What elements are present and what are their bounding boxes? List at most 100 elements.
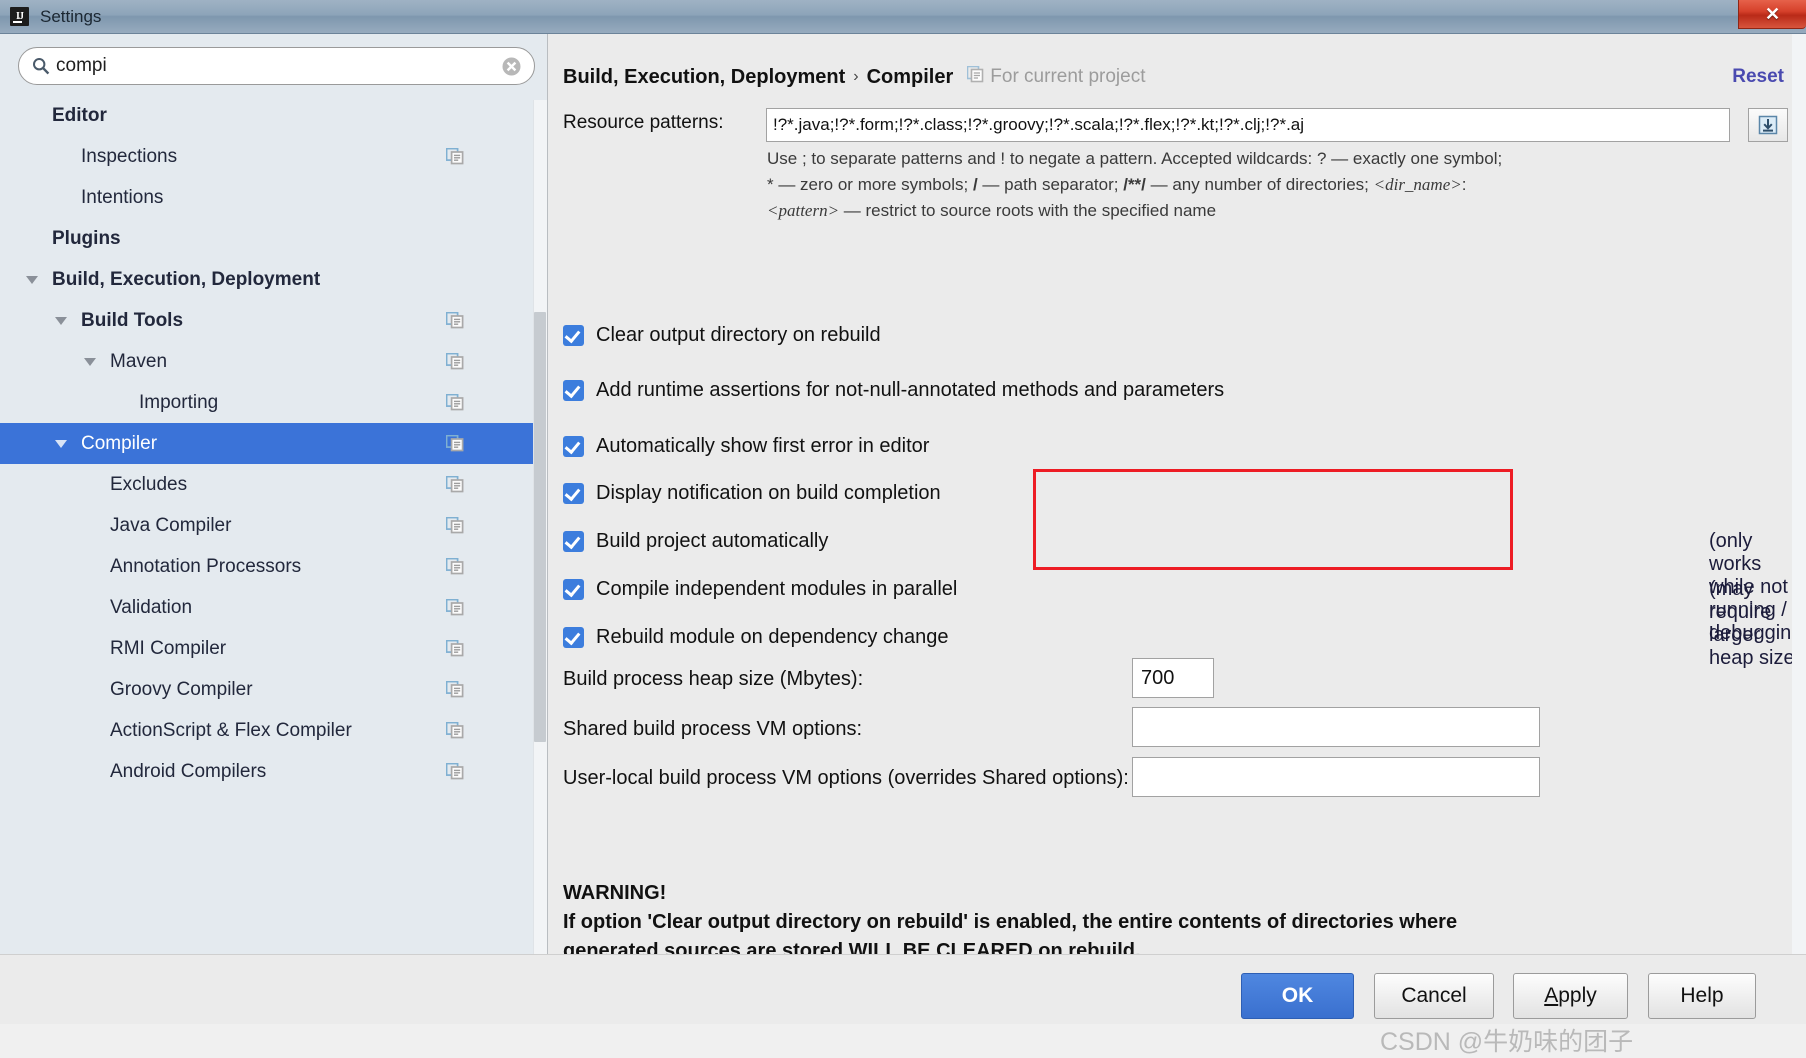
sidebar-item-label: Compiler [81, 432, 158, 454]
sidebar-item-label: Groovy Compiler [110, 678, 253, 700]
checkbox-checked-icon[interactable] [563, 626, 584, 648]
sidebar-item-rmi-compiler[interactable]: RMI Compiler [0, 628, 547, 669]
sidebar-item-excludes[interactable]: Excludes [0, 464, 547, 505]
import-patterns-button[interactable] [1748, 108, 1788, 142]
checkbox-row-2[interactable]: Automatically show first error in editor [563, 433, 929, 459]
checkbox-label: Add runtime assertions for not-null-anno… [596, 378, 1225, 401]
checkbox-row-1[interactable]: Add runtime assertions for not-null-anno… [563, 377, 1224, 403]
breadcrumb: Build, Execution, Deployment › Compiler … [549, 62, 1806, 92]
copy-project-icon [445, 762, 465, 780]
checkbox-checked-icon[interactable] [563, 324, 584, 346]
field-input-1[interactable] [1132, 707, 1540, 747]
apply-mnemonic: A [1544, 984, 1559, 1007]
sidebar-item-compiler[interactable]: Compiler [0, 423, 547, 464]
checkbox-checked-icon[interactable] [563, 379, 584, 401]
checkbox-row-4[interactable]: Build project automatically [563, 528, 828, 554]
reset-link[interactable]: Reset [1732, 62, 1784, 92]
sidebar-item-inspections[interactable]: Inspections [0, 136, 547, 177]
field-input-0[interactable] [1132, 658, 1214, 698]
search-input[interactable] [56, 55, 501, 77]
sidebar-item-maven[interactable]: Maven [0, 341, 547, 382]
copy-project-icon [445, 393, 465, 411]
copy-project-icon [445, 516, 465, 534]
cancel-button[interactable]: Cancel [1374, 973, 1494, 1019]
intellij-logo-icon: IJ [10, 7, 29, 26]
project-scope-note: For current project [966, 65, 1146, 89]
window-titlebar: IJ Settings ✕ [0, 0, 1806, 34]
help-3b: — restrict to source roots with the spec… [839, 201, 1217, 220]
warning-line-1: If option 'Clear output directory on reb… [563, 911, 1458, 933]
settings-sidebar: Editor Inspections Intentions Plugins Build… [0, 34, 548, 954]
help-2d: /**/ [1123, 175, 1146, 194]
chevron-down-icon[interactable] [26, 275, 38, 284]
sidebar-item-actionscript-flex-compiler[interactable]: ActionScript & Flex Compiler [0, 710, 547, 751]
warning-line-2: generated sources are stored WILL BE CLE… [563, 940, 1141, 954]
sidebar-item-label: Build Tools [81, 309, 184, 331]
checkbox-label: Build project automatically [596, 529, 829, 552]
sidebar-item-label: RMI Compiler [110, 637, 227, 659]
search-icon [32, 57, 50, 75]
sidebar-item-build-execution-deployment[interactable]: Build, Execution, Deployment [0, 259, 547, 300]
checkbox-row-3[interactable]: Display notification on build completion [563, 480, 941, 506]
resource-patterns-help: Use ; to separate patterns and ! to nega… [767, 146, 1788, 224]
resource-patterns-input[interactable] [766, 108, 1730, 142]
search-box[interactable] [18, 47, 535, 85]
checkbox-checked-icon[interactable] [563, 530, 584, 552]
help-line-2: * — zero or more symbols; / — path separ… [767, 172, 1788, 198]
sidebar-item-label: Importing [139, 391, 219, 413]
window-title: Settings [40, 6, 102, 26]
checkbox-row-0[interactable]: Clear output directory on rebuild [563, 322, 881, 348]
sidebar-item-label: Editor [52, 104, 107, 126]
copy-project-icon [445, 721, 465, 739]
ok-button[interactable]: OK [1241, 973, 1354, 1019]
sidebar-item-plugins[interactable]: Plugins [0, 218, 547, 259]
ok-label: OK [1281, 984, 1314, 1007]
sidebar-item-importing[interactable]: Importing [0, 382, 547, 423]
settings-content-panel: Build, Execution, Deployment › Compiler … [549, 34, 1806, 954]
cancel-label: Cancel [1401, 984, 1467, 1007]
checkbox-label: Rebuild module on dependency change [596, 625, 949, 648]
sidebar-item-android-compilers[interactable]: Android Compilers [0, 751, 547, 792]
clear-search-icon[interactable] [501, 56, 522, 77]
checkbox-row-5[interactable]: Compile independent modules in parallel [563, 576, 957, 602]
checkbox-checked-icon[interactable] [563, 435, 584, 457]
sidebar-item-validation[interactable]: Validation [0, 587, 547, 628]
sidebar-scrollbar-thumb[interactable] [534, 312, 546, 742]
chevron-down-icon[interactable] [84, 357, 96, 366]
copy-project-icon [445, 680, 465, 698]
sidebar-item-label: Maven [110, 350, 168, 372]
sidebar-item-intentions[interactable]: Intentions [0, 177, 547, 218]
help-2e: — any number of directories; [1145, 175, 1374, 194]
apply-button[interactable]: Apply [1513, 973, 1628, 1019]
sidebar-item-annotation-processors[interactable]: Annotation Processors [0, 546, 547, 587]
help-2c: — path separator; [977, 175, 1124, 194]
sidebar-item-label: Validation [110, 596, 193, 618]
sidebar-item-label: Intentions [81, 186, 164, 208]
breadcrumb-parent[interactable]: Build, Execution, Deployment [563, 66, 845, 89]
chevron-down-icon[interactable] [55, 316, 67, 325]
copy-project-icon [445, 147, 465, 165]
copy-project-icon [445, 352, 465, 370]
checkbox-checked-icon[interactable] [563, 482, 584, 504]
sidebar-item-groovy-compiler[interactable]: Groovy Compiler [0, 669, 547, 710]
field-input-2[interactable] [1132, 757, 1540, 797]
sidebar-item-build-tools[interactable]: Build Tools [0, 300, 547, 341]
sidebar-item-editor[interactable]: Editor [0, 95, 547, 136]
close-window-button[interactable]: ✕ [1738, 0, 1806, 29]
checkbox-row-6[interactable]: Rebuild module on dependency change [563, 624, 949, 650]
sidebar-item-label: Excludes [110, 473, 188, 495]
checkbox-checked-icon[interactable] [563, 578, 584, 600]
sidebar-item-label: ActionScript & Flex Compiler [110, 719, 352, 741]
warning-block: WARNING! If option 'Clear output directo… [563, 879, 1788, 954]
chevron-down-icon[interactable] [55, 439, 67, 448]
content-scrollbar-track[interactable] [1792, 34, 1806, 954]
sidebar-item-java-compiler[interactable]: Java Compiler [0, 505, 547, 546]
sidebar-item-label: Android Compilers [110, 760, 267, 782]
help-button[interactable]: Help [1648, 973, 1756, 1019]
sidebar-scrollbar-track[interactable] [533, 100, 547, 954]
resource-patterns-row: Resource patterns: [563, 108, 1788, 142]
warning-heading: WARNING! [563, 882, 667, 904]
settings-tree: Editor Inspections Intentions Plugins Build… [0, 95, 547, 792]
help-line-1: Use ; to separate patterns and ! to nega… [767, 149, 1503, 168]
help-label: Help [1680, 984, 1724, 1007]
